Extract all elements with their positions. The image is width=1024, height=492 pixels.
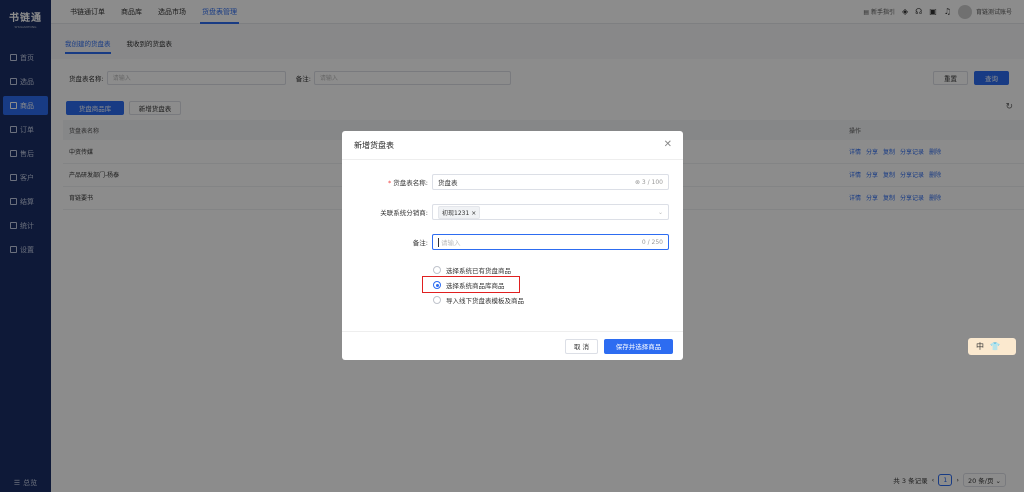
close-icon[interactable]: ✕ — [664, 139, 672, 150]
distributor-label: 关联系统分销商: — [380, 209, 428, 217]
option-import-template[interactable]: 导入线下货盘表模板及商品 — [433, 295, 524, 305]
text-caret — [438, 237, 439, 247]
distributor-tag: 初现1231 × — [438, 205, 481, 219]
distributor-select[interactable]: 初现1231 × ⌄ — [432, 204, 669, 220]
remark-row: 备注: 请输入 0 / 250 — [342, 234, 669, 250]
option-label: 选择系统已有货盘商品 — [446, 267, 511, 275]
name-input[interactable]: 货盘表 ⊗ 3 / 100 — [432, 174, 669, 190]
chevron-down-icon: ⌄ — [657, 208, 663, 216]
cancel-button[interactable]: 取 消 — [565, 338, 598, 354]
floating-ime-widget[interactable]: 中 👕 — [968, 338, 1016, 355]
remark-input[interactable]: 请输入 0 / 250 — [432, 234, 669, 250]
ime-lang-label: 中 — [976, 342, 984, 351]
required-mark: * — [388, 179, 392, 187]
option-existing-pallet[interactable]: 选择系统已有货盘商品 — [433, 265, 511, 275]
name-row: * 货盘表名称: 货盘表 ⊗ 3 / 100 — [342, 174, 669, 190]
clear-icon[interactable]: ⊗ — [635, 179, 640, 186]
dialog-title: 新增货盘表 — [342, 131, 683, 160]
distributor-row: 关联系统分销商: 初现1231 × ⌄ — [342, 204, 669, 220]
name-label-text: 货盘表名称: — [393, 179, 428, 187]
name-input-value: 货盘表 — [438, 179, 458, 187]
remark-placeholder: 请输入 — [441, 239, 461, 247]
tag-close-icon[interactable]: × — [471, 210, 476, 217]
new-pallet-dialog: 新增货盘表 ✕ * 货盘表名称: 货盘表 ⊗ 3 / 100 关联系统分销商: 初… — [342, 131, 683, 360]
remark-label: 备注: — [412, 239, 428, 247]
remark-count: 0 / 250 — [641, 238, 663, 246]
distributor-tag-label: 初现1231 — [442, 209, 470, 217]
name-label: * 货盘表名称: — [342, 177, 432, 187]
save-and-select-button[interactable]: 保存并选择商品 — [604, 338, 673, 354]
radio-circle — [433, 296, 441, 304]
option-label: 导入线下货盘表模板及商品 — [446, 297, 524, 305]
radio-circle — [433, 266, 441, 274]
name-input-count: 3 / 100 — [641, 178, 663, 186]
dialog-footer: 取 消 保存并选择商品 — [342, 331, 683, 360]
name-input-count-wrap: ⊗ 3 / 100 — [635, 179, 663, 186]
highlight-box — [422, 276, 520, 293]
shirt-icon: 👕 — [990, 342, 1000, 351]
